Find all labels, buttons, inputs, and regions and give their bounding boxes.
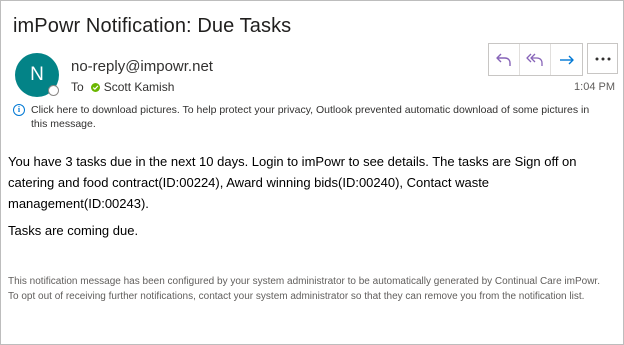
reply-button[interactable] (489, 44, 520, 75)
forward-button[interactable] (551, 44, 582, 75)
email-reading-pane: imPowr Notification: Due Tasks N no-repl… (0, 0, 624, 345)
footer-disclaimer: This notification message has been confi… (8, 276, 600, 287)
received-time: 1:04 PM (574, 81, 615, 93)
email-body-note: Tasks are coming due. (8, 223, 139, 238)
available-presence-icon (90, 82, 100, 92)
more-actions-icon (595, 57, 610, 60)
email-subject: imPowr Notification: Due Tasks (13, 15, 292, 37)
recipient-line: To Scott Kamish (71, 80, 174, 94)
sender-address[interactable]: no-reply@impowr.net (71, 58, 213, 75)
reply-all-button[interactable] (520, 44, 551, 75)
download-pictures-link[interactable]: Click here to download pictures. To help… (31, 103, 603, 131)
more-actions-button[interactable] (587, 43, 618, 74)
to-label: To (71, 80, 84, 94)
email-footer: This notification message has been confi… (8, 274, 618, 304)
recipient-name[interactable]: Scott Kamish (104, 80, 175, 94)
avatar-presence-icon (48, 85, 59, 96)
reply-icon (496, 53, 511, 66)
download-pictures-bar[interactable]: i Click here to download pictures. To he… (13, 103, 603, 131)
footer-opt-out: To opt out of receiving further notifica… (8, 291, 585, 302)
message-actions-toolbar (488, 43, 583, 76)
email-body-paragraph: You have 3 tasks due in the next 10 days… (8, 154, 577, 211)
reply-all-icon (526, 53, 543, 66)
info-icon: i (13, 104, 25, 116)
forward-icon (559, 55, 574, 64)
avatar-initial: N (30, 64, 44, 85)
